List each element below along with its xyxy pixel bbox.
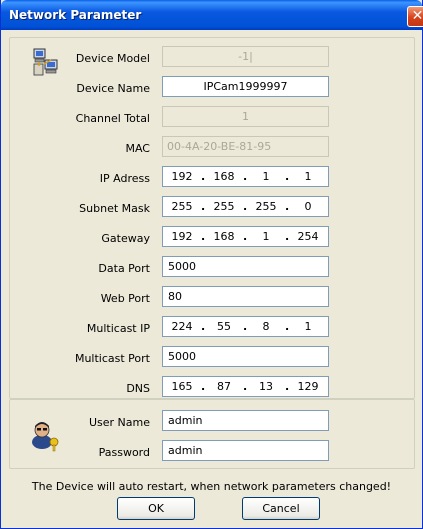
- ip-address-label: IP Adress: [99, 172, 150, 185]
- channel-total-field: 1: [162, 106, 329, 127]
- web-port-field[interactable]: 80: [162, 286, 329, 307]
- title-bar[interactable]: Network Parameter: [1, 0, 422, 30]
- data-port-label: Data Port: [98, 262, 150, 275]
- mac-field: 00-4A-20-BE-81-95: [162, 136, 329, 157]
- web-port-label: Web Port: [100, 292, 150, 305]
- gateway-octet[interactable]: 192: [163, 230, 201, 243]
- ip-octet[interactable]: 1: [247, 170, 285, 183]
- subnet-octet[interactable]: 0: [289, 200, 327, 213]
- ip-address-field[interactable]: 192. 168. 1. 1: [162, 166, 329, 187]
- gateway-octet[interactable]: 168: [205, 230, 243, 243]
- gateway-octet[interactable]: 1: [247, 230, 285, 243]
- close-button[interactable]: ✕: [407, 6, 423, 27]
- dns-label: DNS: [126, 382, 150, 395]
- gateway-octet[interactable]: 254: [289, 230, 327, 243]
- ip-octet[interactable]: 168: [205, 170, 243, 183]
- subnet-octet[interactable]: 255: [205, 200, 243, 213]
- subnet-octet[interactable]: 255: [247, 200, 285, 213]
- multicast-port-field[interactable]: 5000: [162, 346, 329, 367]
- ip-octet[interactable]: 1: [289, 170, 327, 183]
- multicast-octet[interactable]: 224: [163, 320, 201, 333]
- channel-total-label: Channel Total: [75, 112, 150, 125]
- mac-label: MAC: [125, 142, 150, 155]
- multicast-port-label: Multicast Port: [74, 352, 150, 365]
- dns-octet[interactable]: 165: [163, 380, 201, 393]
- multicast-ip-field[interactable]: 224. 55. 8. 1: [162, 316, 329, 337]
- ip-octet[interactable]: 192: [163, 170, 201, 183]
- close-icon: ✕: [411, 8, 423, 24]
- restart-notice: The Device will auto restart, when netwo…: [31, 480, 392, 493]
- subnet-mask-field[interactable]: 255. 255. 255. 0: [162, 196, 329, 217]
- device-model-label: Device Model: [75, 52, 150, 65]
- multicast-ip-label: Multicast IP: [86, 322, 150, 335]
- cancel-button[interactable]: Cancel: [242, 497, 320, 520]
- dns-field[interactable]: 165. 87. 13. 129: [162, 376, 329, 397]
- network-parameter-dialog: Network Parameter ✕ Device Model Device …: [0, 0, 423, 529]
- device-model-field: -1|: [162, 46, 329, 67]
- password-label: Password: [98, 446, 150, 459]
- dns-octet[interactable]: 13: [247, 380, 285, 393]
- user-name-label: User Name: [88, 416, 150, 429]
- multicast-octet[interactable]: 8: [247, 320, 285, 333]
- password-field[interactable]: admin: [162, 440, 329, 461]
- dns-octet[interactable]: 129: [289, 380, 327, 393]
- dns-octet[interactable]: 87: [205, 380, 243, 393]
- device-name-label: Device Name: [76, 82, 150, 95]
- user-name-field[interactable]: admin: [162, 410, 329, 431]
- subnet-octet[interactable]: 255: [163, 200, 201, 213]
- multicast-octet[interactable]: 1: [289, 320, 327, 333]
- device-name-field[interactable]: IPCam1999997: [162, 76, 329, 97]
- window-title: Network Parameter: [9, 8, 142, 22]
- gateway-field[interactable]: 192. 168. 1. 254: [162, 226, 329, 247]
- subnet-mask-label: Subnet Mask: [79, 202, 150, 215]
- gateway-label: Gateway: [101, 232, 150, 245]
- data-port-field[interactable]: 5000: [162, 256, 329, 277]
- ok-button[interactable]: OK: [117, 497, 195, 520]
- multicast-octet[interactable]: 55: [205, 320, 243, 333]
